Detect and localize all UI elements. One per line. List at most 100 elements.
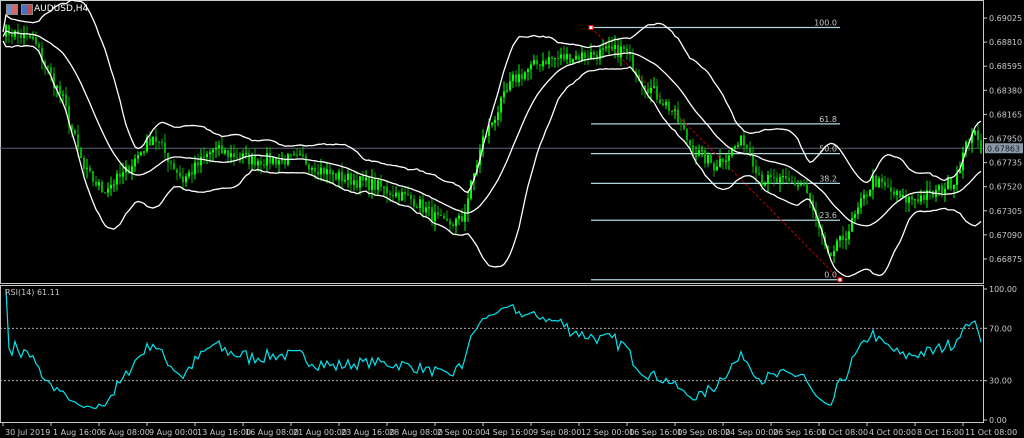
candle-body	[455, 218, 457, 226]
price-axis-label: 0.69025	[989, 14, 1022, 23]
candle-body	[917, 199, 919, 202]
candle-body	[191, 172, 193, 175]
candle-body	[515, 74, 517, 83]
candle-body	[449, 220, 451, 225]
fibo-level-label: 38.2	[819, 174, 837, 183]
candle-body	[215, 147, 217, 150]
candle-body	[326, 169, 328, 175]
candle-body	[698, 150, 700, 156]
candle-body	[392, 194, 394, 197]
candle-body	[173, 163, 175, 170]
candle-body	[149, 137, 151, 146]
candle-body	[194, 162, 196, 175]
candle-body	[299, 154, 301, 156]
price-axis-label: 0.66875	[989, 255, 1022, 264]
candle-body	[890, 187, 892, 192]
candle-body	[419, 199, 421, 208]
chart-settings-icon	[21, 4, 33, 15]
candle-body	[272, 158, 274, 164]
candle-body	[758, 173, 760, 175]
candle-body	[566, 53, 568, 60]
candle-body	[605, 46, 607, 49]
candle-body	[365, 177, 367, 181]
candle-body	[416, 206, 418, 208]
candle-body	[695, 155, 697, 157]
bollinger-upper-band	[2, 0, 982, 194]
bollinger-middle-band	[2, 29, 982, 227]
candle-body	[764, 183, 766, 186]
candle-body	[224, 150, 226, 154]
candle-body	[551, 57, 553, 59]
candle-body	[461, 215, 463, 222]
candle-body	[140, 152, 142, 156]
candle-body	[896, 191, 898, 195]
candle-body	[152, 136, 154, 146]
time-axis-label: 21 Aug 00:00	[293, 428, 347, 437]
candle-body	[185, 176, 187, 183]
candle-body	[623, 46, 625, 49]
candle-body	[776, 177, 778, 183]
candle-body	[743, 135, 745, 146]
candle-body	[359, 176, 361, 188]
rsi-axis-label: 70.00	[989, 324, 1012, 333]
candle-body	[620, 46, 622, 58]
chart-symbol-title: AUDUSD,H4	[34, 4, 89, 14]
candle-body	[668, 102, 670, 111]
candle-body	[251, 155, 253, 165]
candle-body	[581, 52, 583, 60]
candle-body	[602, 48, 604, 50]
candle-body	[293, 154, 295, 156]
candle-body	[83, 158, 85, 169]
candle-body	[260, 161, 262, 165]
candle-body	[134, 158, 136, 167]
candle-body	[77, 134, 79, 148]
candle-body	[221, 145, 223, 154]
candle-body	[506, 90, 508, 92]
candle-body	[677, 109, 679, 123]
candle-body	[887, 186, 889, 188]
price-axis-label: 0.67950	[989, 135, 1022, 144]
candle-body	[50, 67, 52, 74]
candle-body	[344, 179, 346, 182]
time-axis-label: 16 Sep 16:00	[629, 428, 682, 437]
candle-body	[302, 154, 304, 157]
rsi-axis-label: 0.00	[989, 416, 1007, 425]
fibo-level-label: 50.0	[819, 145, 837, 154]
candle-body	[446, 218, 448, 221]
candle-body	[263, 164, 265, 166]
candle-body	[881, 178, 883, 182]
time-axis-label: 9 Aug 00:00	[149, 428, 198, 437]
time-axis-label: 1 Oct 08:00	[821, 428, 868, 437]
candle-body	[938, 185, 940, 191]
candle-body	[659, 99, 661, 104]
candle-body	[167, 152, 169, 163]
candle-body	[371, 179, 373, 191]
candle-body	[650, 87, 652, 93]
candle-body	[800, 184, 802, 186]
price-chart[interactable]: 100.061.850.038.223.60.00.690250.688100.…	[0, 0, 1024, 438]
candle-body	[338, 171, 340, 180]
candle-body	[770, 174, 772, 178]
candle-body	[410, 195, 412, 200]
candle-body	[122, 172, 124, 177]
candle-body	[374, 179, 376, 190]
candle-body	[788, 178, 790, 181]
candle-body	[80, 147, 82, 159]
time-axis-label: 13 Aug 16:00	[197, 428, 251, 437]
candle-body	[353, 180, 355, 185]
candle-body	[341, 171, 343, 182]
candle-body	[725, 160, 727, 163]
candle-body	[923, 195, 925, 200]
candle-body	[11, 34, 13, 37]
candle-body	[362, 176, 364, 181]
candle-body	[617, 44, 619, 58]
candle-body	[701, 150, 703, 152]
candle-body	[857, 207, 859, 215]
candle-body	[161, 141, 163, 143]
candle-body	[266, 153, 268, 166]
candle-body	[584, 52, 586, 58]
rsi-title: RSI(14) 61.11	[5, 288, 60, 297]
candle-body	[383, 186, 385, 188]
time-axis-label: 16 Aug 08:00	[245, 428, 299, 437]
candle-body	[524, 72, 526, 80]
